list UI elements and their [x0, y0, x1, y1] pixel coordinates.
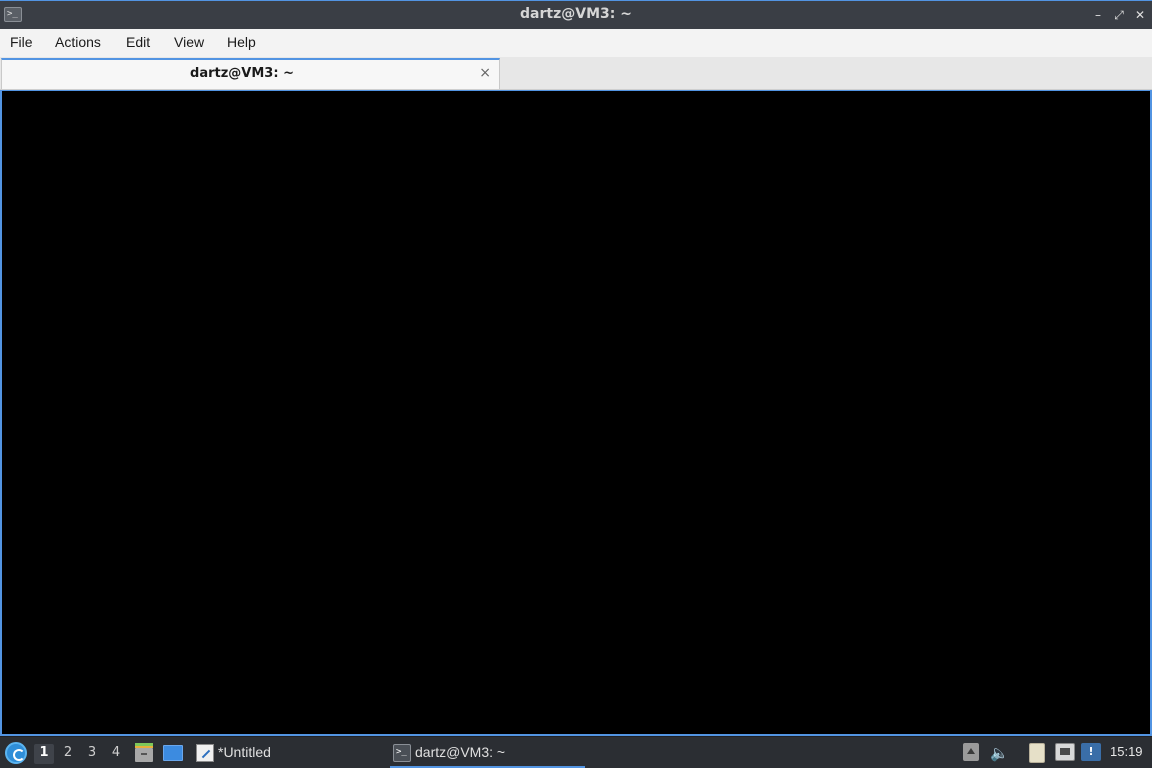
window-titlebar[interactable]: >_ dartz@VM3: ~ – ⤢ ✕ — [0, 0, 1152, 29]
workspace-3[interactable]: 3 — [82, 744, 102, 764]
tab-strip: dartz@VM3: ~ × — [0, 57, 1152, 90]
terminal-view[interactable] — [0, 90, 1152, 736]
workspace-2[interactable]: 2 — [58, 744, 78, 764]
workspace-1[interactable]: 1 — [34, 744, 54, 764]
network-icon[interactable] — [1055, 743, 1075, 761]
task-label: *Untitled — [218, 744, 271, 760]
close-icon[interactable]: ✕ — [1132, 6, 1148, 24]
tab-label: dartz@VM3: ~ — [190, 66, 294, 81]
volume-icon[interactable]: 🔈 — [990, 743, 1010, 763]
terminal-icon: >_ — [393, 744, 411, 762]
file-manager-icon[interactable] — [135, 743, 153, 763]
tab-terminal[interactable]: dartz@VM3: ~ × — [1, 58, 500, 89]
clock[interactable]: 15:19 — [1110, 744, 1143, 759]
tab-close-icon[interactable]: × — [479, 65, 491, 81]
task-label: dartz@VM3: ~ — [415, 744, 506, 760]
menu-help[interactable]: Help — [227, 34, 256, 50]
notification-icon[interactable]: ! — [1081, 743, 1101, 761]
taskbar: 1 2 3 4 *Untitled >_ dartz@VM3: ~ 🔈 ! 15… — [0, 736, 1152, 768]
clipboard-icon[interactable] — [1029, 743, 1045, 763]
menu-file[interactable]: File — [10, 34, 33, 50]
task-untitled[interactable]: *Untitled — [193, 739, 373, 768]
menu-bar: File Actions Edit View Help — [0, 29, 1152, 57]
show-desktop-icon[interactable] — [163, 745, 183, 761]
minimize-icon[interactable]: – — [1090, 6, 1106, 24]
text-editor-icon — [196, 744, 214, 762]
workspace-4[interactable]: 4 — [106, 744, 126, 764]
start-menu-icon[interactable] — [5, 742, 27, 764]
tray-expand-icon[interactable] — [963, 743, 979, 761]
menu-edit[interactable]: Edit — [126, 34, 150, 50]
task-terminal[interactable]: >_ dartz@VM3: ~ — [390, 739, 585, 768]
window-title: dartz@VM3: ~ — [520, 6, 632, 22]
maximize-icon[interactable]: ⤢ — [1111, 6, 1127, 24]
menu-actions[interactable]: Actions — [55, 34, 101, 50]
menu-view[interactable]: View — [174, 34, 204, 50]
